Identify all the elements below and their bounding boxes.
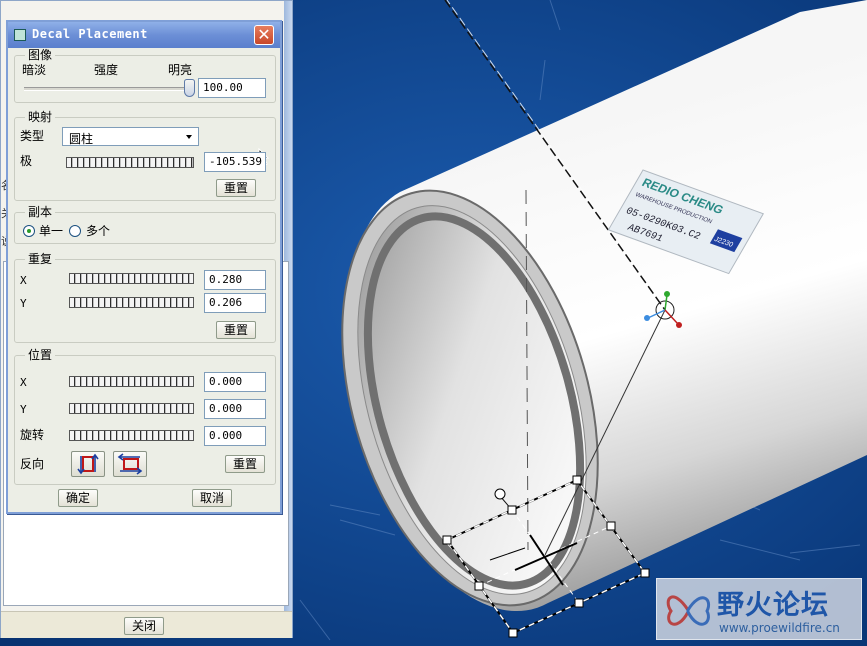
watermark-title: 野火论坛 xyxy=(717,590,829,621)
ok-button[interactable]: 确定 xyxy=(58,489,98,507)
dim-label: 暗淡 xyxy=(22,63,47,77)
cancel-button[interactable]: 取消 xyxy=(192,489,232,507)
repeat-x-label: X xyxy=(20,274,27,287)
pole-thumbwheel[interactable] xyxy=(66,157,194,168)
flip-vertical-icon xyxy=(77,453,99,475)
close-button[interactable]: 关闭 xyxy=(124,617,164,635)
position-y-input[interactable]: 0.000 xyxy=(204,399,266,419)
close-dialog-button[interactable]: ✕ xyxy=(254,25,274,45)
repeat-y-thumbwheel[interactable] xyxy=(69,297,194,308)
flip-label: 反向 xyxy=(20,457,45,471)
intensity-label: 强度 xyxy=(94,63,119,77)
position-y-thumbwheel[interactable] xyxy=(69,403,194,414)
image-group-legend: 图像 xyxy=(25,48,56,62)
rotate-label: 旋转 xyxy=(20,428,45,442)
repeat-y-input[interactable]: 0.206 xyxy=(204,293,266,313)
rotate-thumbwheel[interactable] xyxy=(69,430,194,441)
forum-watermark: 野火论坛 www.proewildfire.cn xyxy=(656,578,862,640)
position-x-thumbwheel[interactable] xyxy=(69,376,194,387)
flip-horizontal-icon xyxy=(117,453,143,475)
intensity-slider-thumb[interactable] xyxy=(184,79,195,97)
bright-label: 明亮 xyxy=(168,63,193,77)
copy-multiple-radio[interactable] xyxy=(69,225,81,237)
copy-single-radio[interactable] xyxy=(23,225,35,237)
intensity-input[interactable]: 100.00 xyxy=(198,78,266,98)
position-group-legend: 位置 xyxy=(25,348,56,362)
copy-multiple-label[interactable]: 多个 xyxy=(86,224,110,238)
background-footer: 关闭 xyxy=(1,611,292,638)
flip-vertical-button[interactable] xyxy=(71,451,105,477)
position-x-label: X xyxy=(20,376,27,389)
window-icon xyxy=(14,29,26,41)
position-x-input[interactable]: 0.000 xyxy=(204,372,266,392)
dialog-title: Decal Placement xyxy=(32,27,148,41)
position-y-label: Y xyxy=(20,403,27,416)
type-label: 类型 xyxy=(20,129,45,143)
copy-single-label[interactable]: 单一 xyxy=(39,224,63,238)
copy-group-legend: 副本 xyxy=(25,205,56,219)
repeat-reset-button[interactable]: 重置 xyxy=(216,321,256,339)
map-reset-button[interactable]: 重置 xyxy=(216,179,256,197)
chevron-down-icon xyxy=(186,135,192,139)
flip-horizontal-button[interactable] xyxy=(113,451,147,477)
map-type-select[interactable]: 圆柱 xyxy=(62,127,199,146)
position-reset-button[interactable]: 重置 xyxy=(225,455,265,473)
intensity-slider-track[interactable] xyxy=(24,87,194,91)
repeat-x-thumbwheel[interactable] xyxy=(69,273,194,284)
dialog-titlebar[interactable]: Decal Placement ✕ xyxy=(8,22,280,48)
map-type-value: 圆柱 xyxy=(69,132,94,146)
pole-input[interactable]: -105.539 xyxy=(204,152,266,172)
repeat-x-input[interactable]: 0.280 xyxy=(204,270,266,290)
watermark-url: www.proewildfire.cn xyxy=(719,621,840,635)
butterfly-logo-icon xyxy=(666,595,710,626)
repeat-y-label: Y xyxy=(20,297,27,310)
map-group-legend: 映射 xyxy=(25,110,56,124)
close-icon: ✕ xyxy=(257,25,271,44)
pole-label: 极 xyxy=(20,154,33,168)
decal-placement-dialog: Decal Placement ✕ 图像 暗淡 强度 明亮 100.00 映射 … xyxy=(6,20,282,514)
repeat-group-legend: 重复 xyxy=(25,252,56,266)
rotate-input[interactable]: 0.000 xyxy=(204,426,266,446)
